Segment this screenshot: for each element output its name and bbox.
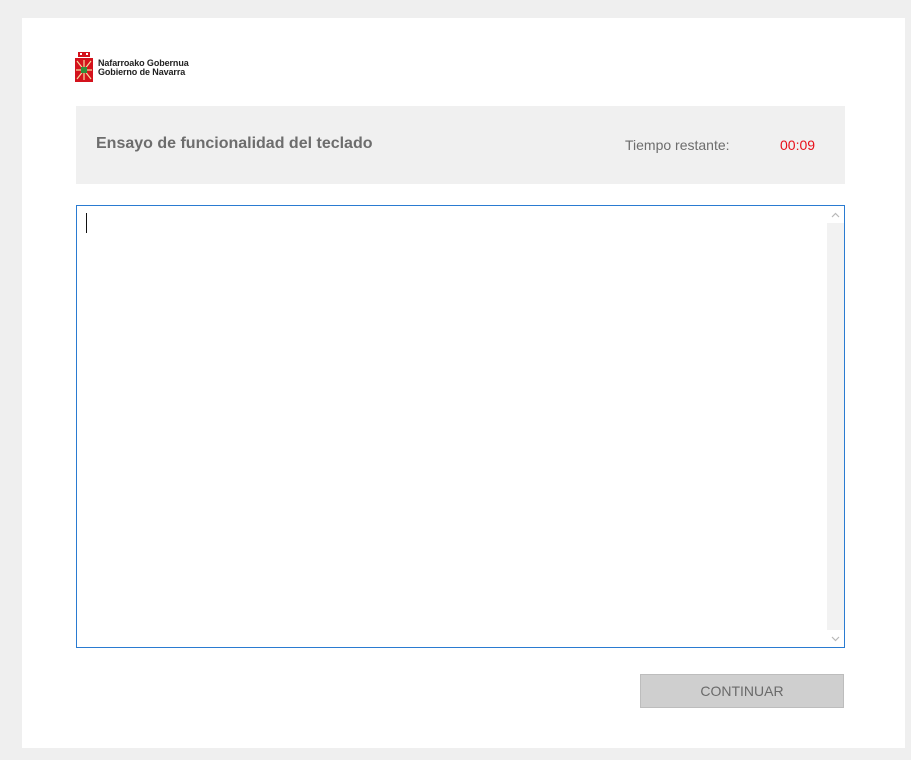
chevron-up-icon[interactable] [827, 206, 844, 223]
chevron-down-icon[interactable] [827, 630, 844, 647]
time-remaining-value: 00:09 [780, 137, 816, 153]
navarra-coat-of-arms-icon [75, 52, 93, 82]
text-caret [86, 213, 87, 233]
time-remaining-label: Tiempo restante: [625, 137, 730, 153]
vertical-scrollbar[interactable] [827, 206, 844, 647]
continue-button[interactable]: CONTINUAR [640, 674, 844, 708]
scrollbar-track[interactable] [827, 223, 844, 630]
page-title: Ensayo de funcionalidad del teclado [96, 135, 373, 152]
brand-line-2: Gobierno de Navarra [98, 67, 186, 77]
keyboard-test-textarea[interactable] [76, 205, 845, 648]
government-logo: Nafarroako Gobernua Gobierno de Navarra [74, 52, 189, 84]
page-frame: Nafarroako Gobernua Gobierno de Navarra … [22, 18, 905, 748]
test-header: Ensayo de funcionalidad del teclado Tiem… [76, 106, 845, 184]
